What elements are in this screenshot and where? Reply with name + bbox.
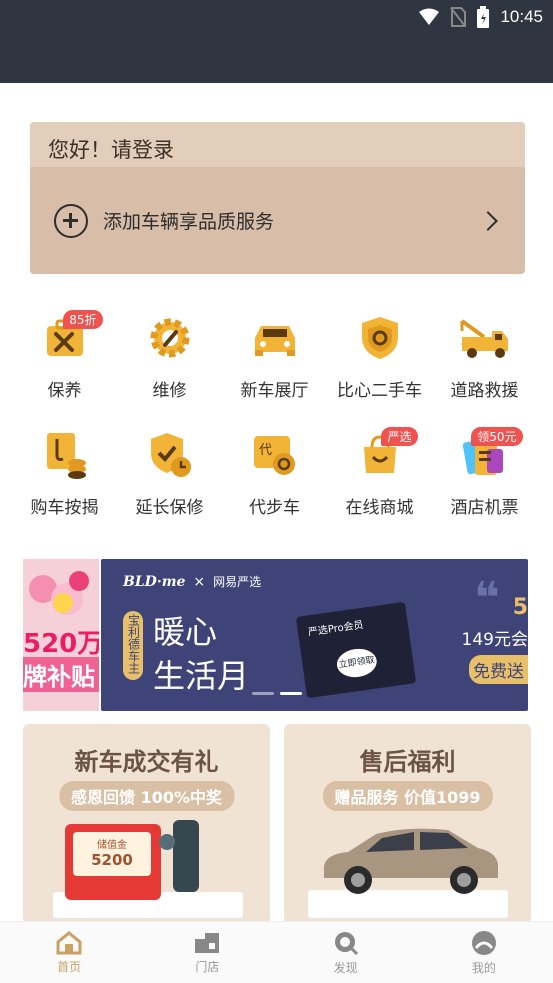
service-grid: 85折 保养 维修 新车展厅 比心二手车 道路救援 购车按揭 延长保修 代 代步… [12,306,537,518]
profile-icon [471,930,496,955]
add-vehicle-row[interactable]: 添加车辆享品质服务 [30,167,525,274]
no-sim-icon [450,7,467,27]
chevron-right-icon [478,210,498,231]
banner-price: 149元会 [461,625,528,650]
service-label: 在线商城 [345,498,414,518]
login-card[interactable]: 您好！请登录 添加车辆享品质服务 [30,122,525,274]
banner-number: 5 [512,595,528,620]
banner-vertical-tag-text: 宝利德车主 [126,614,141,674]
loan-coins-icon [33,423,97,487]
yanxuan-badge: 严选 [381,427,418,446]
promo-after-sales[interactable]: 售后福利 赠品服务 价值1099 [284,724,531,924]
add-vehicle-label: 添加车辆享品质服务 [103,211,275,233]
tab-label: 发现 [333,960,358,975]
banner-vertical-tag: 宝利德车主 [123,611,143,680]
substitute-car-icon: 代 [243,423,307,487]
add-circle-icon [54,203,88,238]
banner-card-button: 立即领取 [335,646,379,680]
service-repair[interactable]: 维修 [117,306,222,401]
service-extended-warranty[interactable]: 延长保修 [117,423,222,518]
tab-profile[interactable]: 我的 [415,922,553,983]
tab-discover[interactable]: 发现 [277,922,415,983]
service-used-car[interactable]: 比心二手车 [327,306,432,401]
banner-headline-2: 生活月 [153,657,250,695]
service-label: 道路救援 [450,381,519,401]
service-online-mall[interactable]: 严选 在线商城 [327,423,432,518]
tab-label: 我的 [471,960,496,975]
maintenance-tools-icon: 85折 [33,306,103,370]
service-label: 代步车 [249,498,300,518]
svg-text:代: 代 [259,443,272,458]
banner-headline-1: 暖心 [153,613,218,651]
banner-brand-name: BLD·me [123,573,186,590]
service-maintenance[interactable]: 85折 保养 [12,306,117,401]
carousel-dots [252,692,302,695]
wifi-icon [419,8,440,25]
promo-subtitle: 感恩回馈 100%中奖 [58,781,235,811]
coupon-badge: 领50元 [471,427,523,446]
massage-gun-head [159,834,175,850]
shopping-bag-icon: 严选 [348,423,418,487]
service-substitute-car[interactable]: 代 代步车 [222,423,327,518]
promo-subtitle: 赠品服务 价值1099 [322,781,493,811]
bottom-tab-bar: 首页 门店 发现 我的 [0,921,553,983]
service-car-loan[interactable]: 购车按揭 [12,423,117,518]
envelope-card-label: 储值金 [97,840,127,851]
banner-free: 免费送 [469,655,528,684]
massage-gun-icon [173,820,199,892]
service-label: 维修 [152,381,187,401]
tab-store[interactable]: 门店 [138,922,276,983]
promo-title: 新车成交有礼 [74,748,219,776]
new-car-icon [243,306,307,370]
banner-quote-icon: ❝ [474,573,500,624]
used-car-shield-icon [348,306,412,370]
service-label: 购车按揭 [30,498,99,518]
service-label: 保养 [47,381,82,401]
service-new-car[interactable]: 新车展厅 [222,306,327,401]
discover-icon [334,931,358,955]
banner-partner: 网易严选 [213,575,262,589]
home-icon [56,930,82,954]
tab-home[interactable]: 首页 [0,922,138,983]
status-bar: 10:45 [0,0,553,83]
tab-label: 门店 [195,959,220,974]
repair-gear-icon [138,306,202,370]
battery-icon [477,6,490,28]
envelope-card-value: 5200 [91,851,133,869]
status-time: 10:45 [500,7,543,26]
banner-card-label: 严选Pro会员 [307,619,365,639]
promo-title: 售后福利 [359,748,456,776]
promo-new-car[interactable]: 新车成交有礼 感恩回馈 100%中奖 储值金 5200 [23,724,270,924]
banner-envelope: 严选Pro会员 立即领取 [295,601,417,699]
carousel-dot[interactable] [252,692,274,695]
banner-current[interactable]: BLD·me × 网易严选 宝利德车主 暖心 生活月 严选Pro会员 立即领取 … [101,559,528,711]
hotel-ticket-icon: 领50元 [453,423,523,487]
red-envelope-icon: 储值金 5200 [65,824,161,900]
envelope-card: 储值金 5200 [73,832,151,876]
tab-label: 首页 [57,959,82,974]
warranty-shield-icon [138,423,202,487]
tow-truck-icon [453,306,517,370]
carousel-dot-active[interactable] [280,692,302,695]
banner-cross: × [193,573,206,590]
suv-car-icon [324,828,498,894]
banner-prev-text-2: 牌补贴 [23,657,99,692]
service-label: 比心二手车 [337,381,422,401]
banner-prev-text-1: 520万 [23,629,99,659]
service-label: 酒店机票 [450,498,519,518]
status-icons: 10:45 [418,6,543,28]
discount-badge: 85折 [63,310,103,329]
banner-previous[interactable]: 520万 牌补贴 [23,559,99,711]
service-hotel-ticket[interactable]: 领50元 酒店机票 [432,423,537,518]
login-greeting[interactable]: 您好！请登录 [30,122,525,167]
service-label: 新车展厅 [240,381,309,401]
banner-brand: BLD·me × 网易严选 [123,573,261,590]
service-road-rescue[interactable]: 道路救援 [432,306,537,401]
service-label: 延长保修 [135,498,204,518]
store-icon [195,932,220,953]
